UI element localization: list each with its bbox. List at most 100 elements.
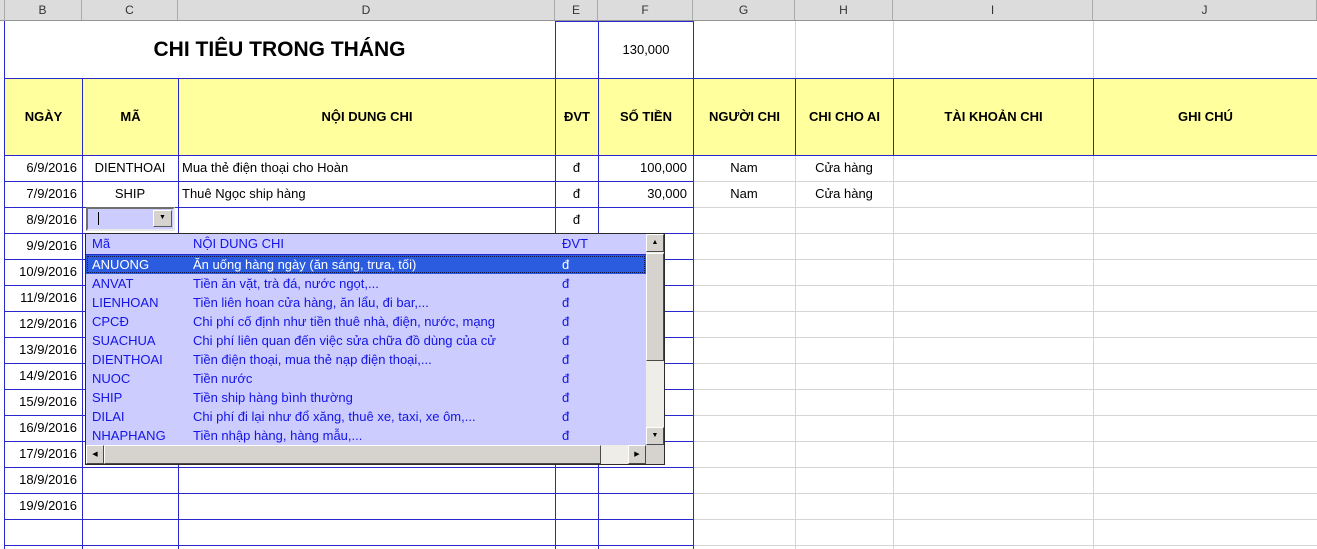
header-noi-dung-chi[interactable]: NỘI DUNG CHI bbox=[178, 78, 556, 156]
column-header-C[interactable]: C bbox=[82, 0, 178, 20]
total-amount-cell[interactable]: 130,000 bbox=[598, 21, 694, 79]
scroll-down-icon: ▼ bbox=[647, 428, 663, 443]
gridline bbox=[4, 545, 694, 546]
combo-dropdown-button[interactable]: ▼ bbox=[153, 210, 172, 227]
gridline bbox=[694, 493, 1317, 494]
dropdown-item-ANUONG[interactable]: ANUONGĂn uống hàng ngày (ăn sáng, trưa, … bbox=[86, 255, 646, 274]
code-cell[interactable]: SHIP bbox=[82, 181, 178, 207]
gridline bbox=[893, 21, 894, 78]
dropdown-item-NHAPHANG[interactable]: NHAPHANGTiền nhập hàng, hàng mẫu,...đ bbox=[86, 426, 646, 445]
scrollbar-corner bbox=[646, 445, 664, 464]
date-cell[interactable]: 16/9/2016 bbox=[4, 415, 82, 441]
date-cell[interactable]: 19/9/2016 bbox=[4, 493, 82, 519]
dropdown-vertical-scrollbar[interactable]: ▲ ▼ bbox=[646, 234, 664, 445]
dropdown-header-ma: Mã bbox=[92, 234, 110, 254]
vertical-scroll-thumb[interactable] bbox=[646, 253, 664, 361]
header-chi-cho-ai[interactable]: CHI CHO AI bbox=[795, 78, 894, 156]
code-cell[interactable]: DIENTHOAI bbox=[82, 155, 178, 181]
date-cell[interactable]: 13/9/2016 bbox=[4, 337, 82, 363]
dropdown-item-SHIP[interactable]: SHIPTiền ship hàng bình thườngđ bbox=[86, 388, 646, 407]
content-cell[interactable]: Thuê Ngọc ship hàng bbox=[178, 181, 555, 207]
date-cell[interactable]: 11/9/2016 bbox=[4, 285, 82, 311]
dropdown-item-NUOC[interactable]: NUOCTiền nướcđ bbox=[86, 369, 646, 388]
date-cell[interactable]: 9/9/2016 bbox=[4, 233, 82, 259]
dropdown-item-unit: đ bbox=[562, 312, 569, 331]
column-header-H[interactable]: H bbox=[795, 0, 893, 20]
content-cell[interactable]: Mua thẻ điện thoại cho Hoàn bbox=[178, 155, 555, 181]
code-combobox[interactable]: ▼ bbox=[86, 207, 175, 231]
gridline bbox=[694, 207, 1317, 208]
gridline bbox=[694, 389, 1317, 390]
date-cell[interactable]: 17/9/2016 bbox=[4, 441, 82, 467]
spent-for-cell[interactable]: Cửa hàng bbox=[795, 155, 893, 181]
sheet-title[interactable]: CHI TIÊU TRONG THÁNG bbox=[4, 21, 555, 78]
date-cell[interactable]: 12/9/2016 bbox=[4, 311, 82, 337]
gridline bbox=[4, 519, 694, 520]
dropdown-item-unit: đ bbox=[562, 274, 569, 293]
column-header-F[interactable]: F bbox=[598, 0, 693, 20]
dropdown-item-desc: Tiền nước bbox=[193, 369, 252, 388]
gridline bbox=[4, 493, 694, 494]
dropdown-item-unit: đ bbox=[562, 388, 569, 407]
scroll-down-button[interactable]: ▼ bbox=[646, 427, 664, 445]
scroll-right-button[interactable]: ▶ bbox=[628, 445, 646, 464]
gridline bbox=[4, 467, 694, 468]
column-header-B[interactable]: B bbox=[4, 0, 82, 20]
dropdown-item-code: ANVAT bbox=[92, 274, 133, 293]
scroll-left-button[interactable]: ◀ bbox=[86, 445, 104, 464]
dropdown-item-desc: Ăn uống hàng ngày (ăn sáng, trưa, tối) bbox=[193, 255, 416, 274]
dropdown-item-LIENHOAN[interactable]: LIENHOANTiền liên hoan cửa hàng, ăn lẩu,… bbox=[86, 293, 646, 312]
dropdown-header-dvt: ĐVT bbox=[562, 234, 588, 254]
dropdown-item-code: LIENHOAN bbox=[92, 293, 158, 312]
dropdown-item-unit: đ bbox=[562, 407, 569, 426]
spender-cell[interactable]: Nam bbox=[693, 181, 795, 207]
gridline bbox=[694, 415, 1317, 416]
unit-cell[interactable]: đ bbox=[555, 155, 598, 181]
date-cell[interactable]: 10/9/2016 bbox=[4, 259, 82, 285]
gridline bbox=[694, 363, 1317, 364]
amount-cell[interactable]: 100,000 bbox=[598, 155, 693, 181]
column-header-D[interactable]: D bbox=[178, 0, 555, 20]
column-header-I[interactable]: I bbox=[893, 0, 1093, 20]
column-header-G[interactable]: G bbox=[693, 0, 795, 20]
dropdown-header-noi-dung-chi: NỘI DUNG CHI bbox=[193, 234, 284, 254]
gridline bbox=[795, 155, 796, 549]
date-cell[interactable]: 15/9/2016 bbox=[4, 389, 82, 415]
dropdown-item-ANVAT[interactable]: ANVATTiền ăn vặt, trà đá, nước ngọt,...đ bbox=[86, 274, 646, 293]
dropdown-item-desc: Chi phí cố định như tiền thuê nhà, điện,… bbox=[193, 312, 495, 331]
scroll-up-button[interactable]: ▲ bbox=[646, 234, 664, 252]
dropdown-item-CPCĐ[interactable]: CPCĐ Chi phí cố định như tiền thuê nhà, đ… bbox=[86, 312, 646, 331]
unit-cell[interactable]: đ bbox=[555, 207, 598, 233]
dropdown-horizontal-scrollbar[interactable]: ◀ ▶ bbox=[86, 445, 646, 464]
date-cell[interactable]: 6/9/2016 bbox=[4, 155, 82, 181]
spender-cell[interactable]: Nam bbox=[693, 155, 795, 181]
dropdown-item-code: CPCĐ bbox=[92, 312, 129, 331]
dropdown-header-row: Mã NỘI DUNG CHI ĐVT bbox=[86, 234, 646, 255]
column-header-E[interactable]: E bbox=[555, 0, 598, 20]
unit-cell[interactable]: đ bbox=[555, 181, 598, 207]
date-cell[interactable]: 8/9/2016 bbox=[4, 207, 82, 233]
column-header-J[interactable]: J bbox=[1093, 0, 1317, 20]
header-ma[interactable]: MÃ bbox=[82, 78, 179, 156]
dropdown-item-unit: đ bbox=[562, 331, 569, 350]
dropdown-item-desc: Tiền điện thoại, mua thẻ nạp điện thoại,… bbox=[193, 350, 432, 369]
header-dvt[interactable]: ĐVT bbox=[555, 78, 599, 156]
dropdown-item-SUACHUA[interactable]: SUACHUAChi phí liên quan đến việc sửa ch… bbox=[86, 331, 646, 350]
cell-E1[interactable] bbox=[555, 21, 599, 79]
dropdown-item-DILAI[interactable]: DILAIChi phí đi lại như đổ xăng, thuê xe… bbox=[86, 407, 646, 426]
horizontal-scroll-thumb[interactable] bbox=[104, 445, 601, 464]
header-ghi-chu[interactable]: GHI CHÚ bbox=[1093, 78, 1317, 156]
header-nguoi-chi[interactable]: NGƯỜI CHI bbox=[693, 78, 796, 156]
header-ngay[interactable]: NGÀY bbox=[4, 78, 83, 156]
gridline bbox=[694, 311, 1317, 312]
dropdown-item-desc: Chi phí liên quan đến việc sửa chữa đồ d… bbox=[193, 331, 496, 350]
date-cell[interactable]: 7/9/2016 bbox=[4, 181, 82, 207]
header-so-tien[interactable]: SỐ TIỀN bbox=[598, 78, 694, 156]
date-cell[interactable]: 14/9/2016 bbox=[4, 363, 82, 389]
dropdown-list-area: Mã NỘI DUNG CHI ĐVT ANUONGĂn uống hàng n… bbox=[86, 234, 646, 445]
spent-for-cell[interactable]: Cửa hàng bbox=[795, 181, 893, 207]
dropdown-item-DIENTHOAI[interactable]: DIENTHOAITiền điện thoại, mua thẻ nạp đi… bbox=[86, 350, 646, 369]
date-cell[interactable]: 18/9/2016 bbox=[4, 467, 82, 493]
amount-cell[interactable]: 30,000 bbox=[598, 181, 693, 207]
header-tai-khoan-chi[interactable]: TÀI KHOẢN CHI bbox=[893, 78, 1094, 156]
